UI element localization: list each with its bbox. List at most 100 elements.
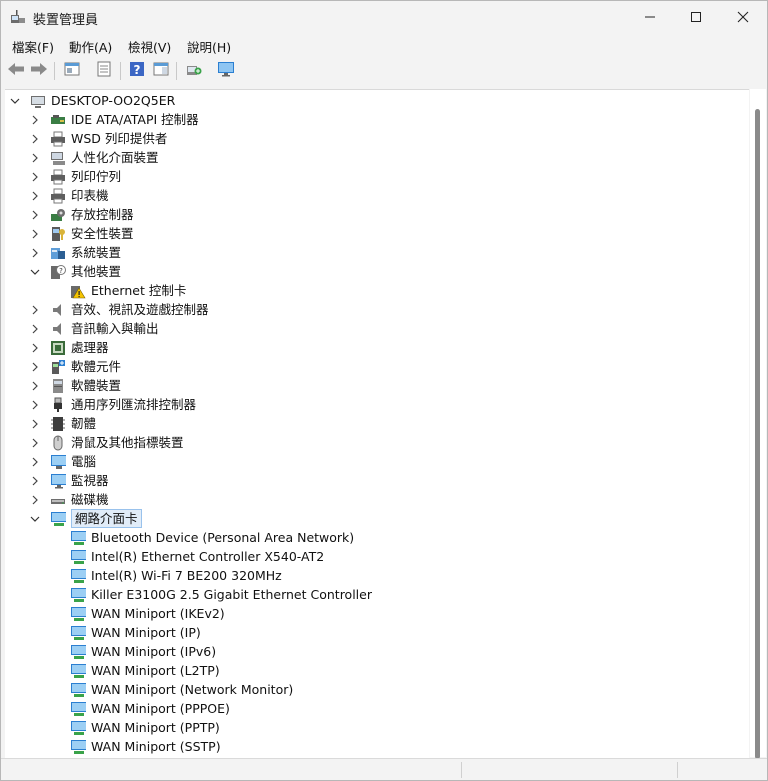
- tree-item[interactable]: 軟體元件: [29, 357, 121, 376]
- tree-item[interactable]: 存放控制器: [29, 205, 134, 224]
- tree-item[interactable]: 系統裝置: [29, 243, 121, 262]
- tree-item-label: 電腦: [71, 454, 97, 469]
- firmware-icon: [50, 416, 66, 432]
- display-button[interactable]: [216, 61, 236, 81]
- tree-item[interactable]: 磁碟機: [29, 490, 109, 509]
- chevron-down-icon[interactable]: [29, 513, 41, 525]
- chevron-right-icon[interactable]: [29, 380, 41, 392]
- tree-item-label: WAN Miniport (L2TP): [91, 663, 220, 678]
- tree-item[interactable]: Ethernet 控制卡: [49, 281, 186, 300]
- system-device-icon: [50, 245, 66, 261]
- help-button[interactable]: ?: [127, 61, 147, 81]
- tree-item[interactable]: WAN Miniport (PPTP): [49, 718, 220, 737]
- menu-view[interactable]: 檢視(V): [128, 37, 171, 56]
- chevron-right-icon[interactable]: [29, 475, 41, 487]
- tree-item[interactable]: 韌體: [29, 414, 96, 433]
- tree-item-label: WAN Miniport (PPTP): [91, 720, 220, 735]
- minimize-icon: [644, 8, 656, 27]
- back-button[interactable]: [6, 61, 26, 81]
- tree-item[interactable]: 電腦: [29, 452, 96, 471]
- close-button[interactable]: [720, 1, 766, 33]
- tree-item[interactable]: WAN Miniport (PPPOE): [49, 699, 230, 718]
- tree-item[interactable]: 處理器: [29, 338, 109, 357]
- tree-item[interactable]: WAN Miniport (IKEv2): [49, 604, 225, 623]
- tree-root[interactable]: DESKTOP-OO2Q5ER: [9, 91, 175, 110]
- maximize-button[interactable]: [673, 1, 719, 33]
- tree-item[interactable]: WSD 列印提供者: [29, 129, 167, 148]
- scan-hardware-icon: [186, 61, 202, 81]
- chevron-right-icon[interactable]: [29, 399, 41, 411]
- chevron-right-icon[interactable]: [29, 209, 41, 221]
- tree-item[interactable]: 軟體裝置: [29, 376, 121, 395]
- menu-help[interactable]: 說明(H): [187, 37, 231, 56]
- computer-icon: [50, 454, 66, 470]
- tree-item-label: 網路介面卡: [71, 509, 142, 528]
- tree-item[interactable]: 滑鼠及其他指標裝置: [29, 433, 184, 452]
- disk-drive-icon: [50, 492, 66, 508]
- tree-item[interactable]: 音效、視訊及遊戲控制器: [29, 300, 209, 319]
- chevron-right-icon[interactable]: [29, 494, 41, 506]
- svg-text:?: ?: [134, 63, 141, 77]
- chevron-right-icon[interactable]: [29, 437, 41, 449]
- tree-item-selected[interactable]: 網路介面卡: [29, 509, 142, 528]
- chevron-down-icon[interactable]: [9, 95, 21, 107]
- forward-arrow-icon: [30, 61, 48, 81]
- tree-item[interactable]: 監視器: [29, 471, 109, 490]
- maximize-icon: [690, 8, 702, 27]
- computer-icon: [30, 93, 46, 109]
- chevron-right-icon[interactable]: [29, 456, 41, 468]
- security-device-icon: [50, 226, 66, 242]
- forward-button[interactable]: [29, 61, 49, 81]
- minimize-button[interactable]: [627, 1, 673, 33]
- tree-item-label: 安全性裝置: [71, 226, 134, 241]
- chevron-right-icon[interactable]: [29, 228, 41, 240]
- action-pane-button[interactable]: [151, 61, 171, 81]
- list-view-button[interactable]: [94, 61, 114, 81]
- tree-item[interactable]: WAN Miniport (L2TP): [49, 661, 220, 680]
- tree-item[interactable]: 通用序列匯流排控制器: [29, 395, 196, 414]
- device-tree[interactable]: DESKTOP-OO2Q5ER IDE ATA/ATAPI 控制器 WSD 列印…: [5, 89, 749, 758]
- tree-item[interactable]: Killer E3100G 2.5 Gigabit Ethernet Contr…: [49, 585, 372, 604]
- window-title: 裝置管理員: [33, 13, 99, 28]
- tree-item[interactable]: ? 其他裝置: [29, 262, 121, 281]
- menu-action[interactable]: 動作(A): [69, 37, 112, 56]
- scan-hardware-button[interactable]: [184, 61, 204, 81]
- tree-item[interactable]: WAN Miniport (SSTP): [49, 737, 221, 756]
- tree-item[interactable]: WAN Miniport (Network Monitor): [49, 680, 293, 699]
- chevron-right-icon[interactable]: [29, 342, 41, 354]
- tree-item[interactable]: 人性化介面裝置: [29, 148, 159, 167]
- tree-item[interactable]: Intel(R) Ethernet Controller X540-AT2: [49, 547, 324, 566]
- action-pane-icon: [153, 61, 169, 81]
- chevron-right-icon[interactable]: [29, 133, 41, 145]
- chevron-right-icon[interactable]: [29, 304, 41, 316]
- scrollbar-thumb[interactable]: [755, 109, 760, 759]
- properties-button[interactable]: [62, 61, 82, 81]
- tree-item[interactable]: IDE ATA/ATAPI 控制器: [29, 110, 199, 129]
- help-icon: ?: [129, 61, 145, 81]
- tree-item-label: 音訊輸入與輸出: [71, 321, 159, 336]
- tree-item[interactable]: WAN Miniport (IPv6): [49, 642, 216, 661]
- menu-file[interactable]: 檔案(F): [12, 37, 54, 56]
- chevron-right-icon[interactable]: [29, 361, 41, 373]
- tree-item[interactable]: 印表機: [29, 186, 109, 205]
- tree-item[interactable]: Bluetooth Device (Personal Area Network): [49, 528, 354, 547]
- tree-item[interactable]: 列印佇列: [29, 167, 121, 186]
- chevron-right-icon[interactable]: [29, 114, 41, 126]
- vertical-scrollbar[interactable]: [750, 89, 766, 759]
- tree-item[interactable]: Intel(R) Wi-Fi 7 BE200 320MHz: [49, 566, 282, 585]
- tree-item[interactable]: WAN Miniport (IP): [49, 623, 201, 642]
- chevron-right-icon[interactable]: [29, 323, 41, 335]
- tree-item-label: 其他裝置: [71, 264, 122, 279]
- chevron-right-icon[interactable]: [29, 152, 41, 164]
- chevron-right-icon[interactable]: [29, 190, 41, 202]
- tree-item[interactable]: 音訊輸入與輸出: [29, 319, 159, 338]
- chevron-right-icon[interactable]: [29, 247, 41, 259]
- tree-item[interactable]: 安全性裝置: [29, 224, 134, 243]
- chevron-down-icon[interactable]: [29, 266, 41, 278]
- network-adapter-icon: [70, 682, 86, 698]
- properties-icon: [64, 61, 80, 81]
- chevron-right-icon[interactable]: [29, 418, 41, 430]
- chevron-right-icon[interactable]: [29, 171, 41, 183]
